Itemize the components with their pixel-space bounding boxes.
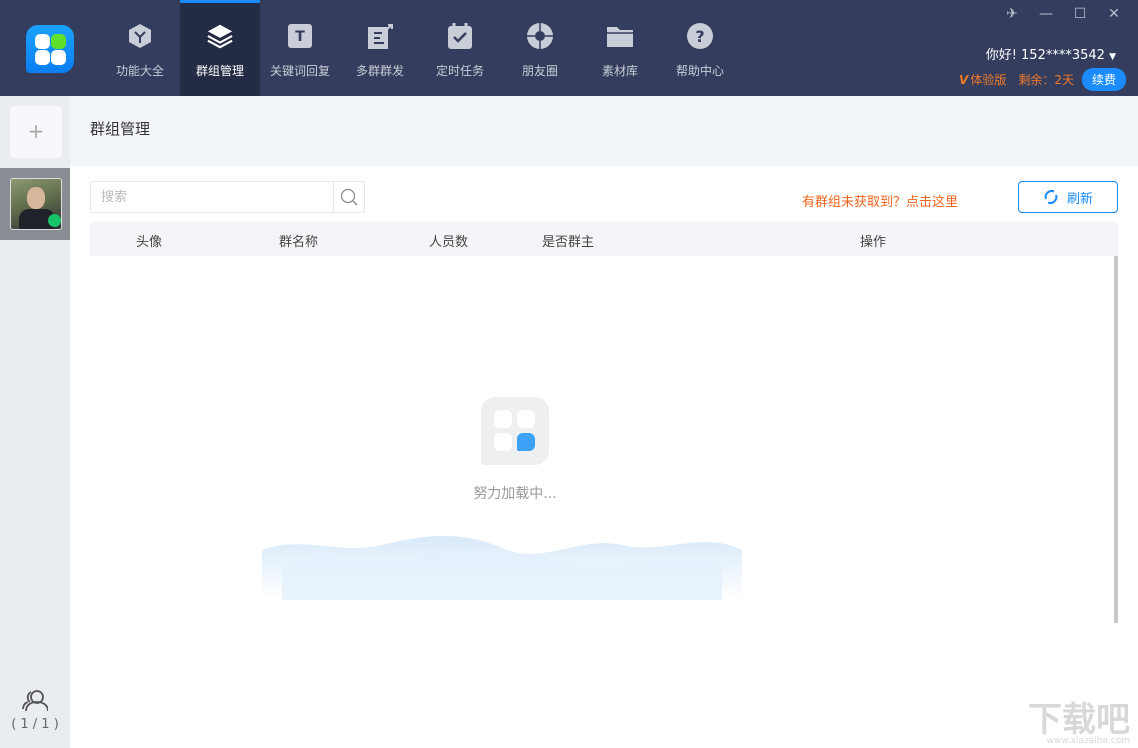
pin-icon[interactable]: ✈ xyxy=(1002,6,1022,22)
top-bar: 功能大全 群组管理 T 关键词回复 多群群发 定时任务 朋友圈 素材库 ? 帮助中心… xyxy=(0,0,1138,96)
main-nav: 功能大全 群组管理 T 关键词回复 多群群发 定时任务 朋友圈 素材库 ? 帮助中心 xyxy=(100,0,740,96)
text-t-icon: T xyxy=(286,22,314,50)
table-header: 头像 群名称 人员数 是否群主 操作 xyxy=(90,222,1118,256)
column-group-name: 群名称 xyxy=(279,235,319,250)
column-avatar: 头像 xyxy=(136,235,163,250)
user-greeting: 你好! 152****3542 xyxy=(985,48,1105,63)
vip-v-icon: V xyxy=(959,72,969,87)
window-controls: ✈ — ☐ ✕ xyxy=(1002,6,1124,22)
renew-button[interactable]: 续费 xyxy=(1081,68,1126,91)
nav-label: 关键词回复 xyxy=(269,64,330,78)
share-doc-icon xyxy=(366,22,394,50)
nav-label: 功能大全 xyxy=(115,64,164,78)
svg-text:?: ? xyxy=(695,27,704,46)
watermark: 下载吧 www.xiazaiba.com xyxy=(1028,703,1130,746)
nav-label: 素材库 xyxy=(601,64,638,78)
folder-icon xyxy=(606,22,634,50)
close-icon[interactable]: ✕ xyxy=(1104,6,1124,22)
nav-label: 帮助中心 xyxy=(675,64,724,78)
refresh-icon xyxy=(1044,190,1058,204)
nav-keyword-reply[interactable]: T 关键词回复 xyxy=(260,0,340,96)
app-logo xyxy=(26,25,74,73)
account-sidebar: + ( 1 / 1 ) xyxy=(0,96,70,748)
page-title: 群组管理 xyxy=(90,120,151,138)
calendar-check-icon xyxy=(446,22,474,50)
users-icon xyxy=(22,690,49,712)
cube-icon xyxy=(126,22,154,50)
scrollbar[interactable] xyxy=(1114,256,1118,623)
loading-text: 努力加载中... xyxy=(473,486,557,502)
column-actions: 操作 xyxy=(860,235,887,250)
edition-label: 体验版 xyxy=(970,73,1007,87)
page-header: 群组管理 xyxy=(70,96,1138,166)
account-count: ( 1 / 1 ) xyxy=(11,717,59,732)
maximize-icon[interactable]: ☐ xyxy=(1070,6,1090,22)
remaining-days: 剩余：2天 xyxy=(1018,73,1074,87)
nav-material-library[interactable]: 素材库 xyxy=(580,0,660,96)
wave-decoration xyxy=(262,535,742,600)
refresh-button[interactable]: 刷新 xyxy=(1018,181,1118,213)
watermark-text: 下载吧 xyxy=(1028,700,1130,740)
user-menu[interactable]: 你好! 152****3542 ▼ xyxy=(986,44,1116,63)
help-icon: ? xyxy=(686,22,714,50)
nav-help-center[interactable]: ? 帮助中心 xyxy=(660,0,740,96)
missing-groups-link[interactable]: 有群组未获取到？点击这里 xyxy=(802,191,958,210)
column-is-owner: 是否群主 xyxy=(542,235,595,250)
layers-icon xyxy=(206,22,234,50)
nav-features[interactable]: 功能大全 xyxy=(100,0,180,96)
search-box xyxy=(90,181,365,213)
nav-mass-send[interactable]: 多群群发 xyxy=(340,0,420,96)
nav-label: 定时任务 xyxy=(435,64,484,78)
accounts-counter[interactable]: ( 1 / 1 ) xyxy=(0,689,70,732)
search-input[interactable] xyxy=(91,182,333,212)
svg-text:T: T xyxy=(295,29,305,45)
add-account-button[interactable]: + xyxy=(10,106,62,158)
minimize-icon[interactable]: — xyxy=(1036,6,1056,22)
nav-label: 朋友圈 xyxy=(521,64,558,78)
loading-logo-icon xyxy=(481,397,549,465)
refresh-label: 刷新 xyxy=(1066,191,1093,207)
column-member-count: 人员数 xyxy=(429,235,469,250)
search-icon xyxy=(340,188,358,206)
nav-group-management[interactable]: 群组管理 xyxy=(180,0,260,96)
online-status-dot xyxy=(48,214,61,227)
search-button[interactable] xyxy=(333,182,364,212)
trial-info: V 体验版 剩余：2天 续费 xyxy=(959,68,1126,91)
nav-label: 群组管理 xyxy=(195,64,244,78)
nav-moments[interactable]: 朋友圈 xyxy=(500,0,580,96)
nav-label: 多群群发 xyxy=(355,64,404,78)
account-item[interactable] xyxy=(0,168,70,240)
aperture-icon xyxy=(526,22,554,50)
chevron-down-icon: ▼ xyxy=(1109,52,1116,62)
nav-scheduled-tasks[interactable]: 定时任务 xyxy=(420,0,500,96)
